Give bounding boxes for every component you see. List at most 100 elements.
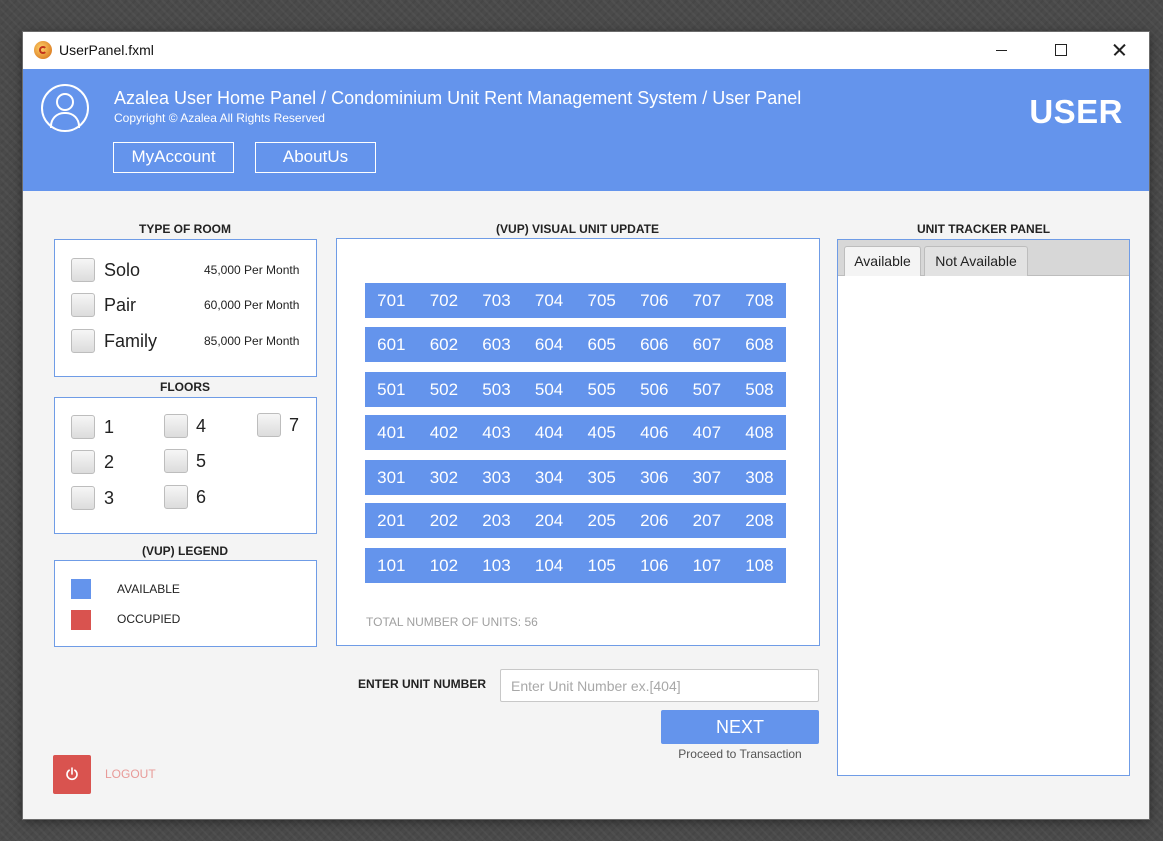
unit-cell[interactable]: 202: [418, 503, 471, 538]
unit-cell[interactable]: 302: [418, 460, 471, 495]
unit-cell[interactable]: 701: [365, 283, 418, 318]
maximize-button[interactable]: [1031, 32, 1089, 69]
room-type-checkbox-pair[interactable]: [71, 293, 95, 317]
floor-checkbox-3[interactable]: [71, 486, 95, 510]
unit-cell[interactable]: 105: [575, 548, 628, 583]
unit-cell[interactable]: 403: [470, 415, 523, 450]
unit-cell[interactable]: 303: [470, 460, 523, 495]
floor-checkbox-6[interactable]: [164, 485, 188, 509]
unit-cell[interactable]: 508: [733, 372, 786, 407]
floor-checkbox-4[interactable]: [164, 414, 188, 438]
unit-row: 101 102 103 104 105 106 107 108: [365, 548, 786, 583]
my-account-button[interactable]: MyAccount: [113, 142, 234, 173]
unit-cell[interactable]: 203: [470, 503, 523, 538]
unit-cell[interactable]: 405: [575, 415, 628, 450]
floor-label: 6: [196, 487, 207, 507]
floor-checkbox-2[interactable]: [71, 450, 95, 474]
vup-title: (VUP) VISUAL UNIT UPDATE: [496, 222, 659, 236]
floor-checkbox-1[interactable]: [71, 415, 95, 439]
room-type-panel: Solo 45,000 Per Month Pair 60,000 Per Mo…: [54, 239, 317, 377]
unit-cell[interactable]: 704: [523, 283, 576, 318]
room-price: 60,000 Per Month: [204, 298, 300, 312]
close-button[interactable]: [1090, 32, 1148, 69]
unit-cell[interactable]: 604: [523, 327, 576, 362]
unit-cell[interactable]: 606: [628, 327, 681, 362]
room-price: 85,000 Per Month: [204, 334, 300, 348]
unit-cell[interactable]: 501: [365, 372, 418, 407]
floor-label: 5: [196, 451, 207, 471]
unit-cell[interactable]: 702: [418, 283, 471, 318]
logout-label[interactable]: LOGOUT: [105, 767, 156, 781]
unit-cell[interactable]: 706: [628, 283, 681, 318]
unit-cell[interactable]: 307: [681, 460, 734, 495]
room-type-label: Family: [104, 331, 157, 351]
unit-cell[interactable]: 306: [628, 460, 681, 495]
unit-cell[interactable]: 402: [418, 415, 471, 450]
unit-cell[interactable]: 106: [628, 548, 681, 583]
unit-cell[interactable]: 707: [681, 283, 734, 318]
logout-button[interactable]: [53, 755, 91, 794]
unit-cell[interactable]: 102: [418, 548, 471, 583]
role-label: USER: [1029, 93, 1123, 130]
unit-row: 701 702 703 704 705 706 707 708: [365, 283, 786, 318]
floor-checkbox-7[interactable]: [257, 413, 281, 437]
unit-cell[interactable]: 205: [575, 503, 628, 538]
unit-cell[interactable]: 308: [733, 460, 786, 495]
floor-label: 7: [289, 415, 300, 435]
unit-cell[interactable]: 503: [470, 372, 523, 407]
header-banner: Azalea User Home Panel / Condominium Uni…: [23, 69, 1149, 191]
unit-number-input[interactable]: [500, 669, 819, 702]
unit-cell[interactable]: 104: [523, 548, 576, 583]
unit-cell[interactable]: 507: [681, 372, 734, 407]
floor-checkbox-5[interactable]: [164, 449, 188, 473]
unit-cell[interactable]: 301: [365, 460, 418, 495]
unit-cell[interactable]: 603: [470, 327, 523, 362]
tab-not-available[interactable]: Not Available: [924, 246, 1028, 276]
unit-cell[interactable]: 504: [523, 372, 576, 407]
unit-cell[interactable]: 103: [470, 548, 523, 583]
unit-cell[interactable]: 708: [733, 283, 786, 318]
unit-cell[interactable]: 101: [365, 548, 418, 583]
about-us-button[interactable]: AboutUs: [255, 142, 376, 173]
unit-cell[interactable]: 506: [628, 372, 681, 407]
legend-occupied-label: OCCUPIED: [117, 612, 181, 626]
unit-cell[interactable]: 408: [733, 415, 786, 450]
unit-cell[interactable]: 703: [470, 283, 523, 318]
unit-cell[interactable]: 207: [681, 503, 734, 538]
unit-cell[interactable]: 401: [365, 415, 418, 450]
next-button[interactable]: NEXT: [661, 710, 819, 744]
tracker-title: UNIT TRACKER PANEL: [916, 222, 1051, 236]
unit-cell[interactable]: 208: [733, 503, 786, 538]
unit-row: 401 402 403 404 405 406 407 408: [365, 415, 786, 450]
minimize-button[interactable]: [972, 32, 1030, 69]
unit-cell[interactable]: 608: [733, 327, 786, 362]
unit-cell[interactable]: 602: [418, 327, 471, 362]
unit-cell[interactable]: 107: [681, 548, 734, 583]
unit-cell[interactable]: 204: [523, 503, 576, 538]
unit-cell[interactable]: 201: [365, 503, 418, 538]
tab-available[interactable]: Available: [844, 246, 921, 276]
unit-cell[interactable]: 407: [681, 415, 734, 450]
power-icon: [66, 767, 78, 781]
unit-cell[interactable]: 605: [575, 327, 628, 362]
unit-cell[interactable]: 705: [575, 283, 628, 318]
room-price: 45,000 Per Month: [204, 263, 300, 277]
unit-cell[interactable]: 304: [523, 460, 576, 495]
unit-cell[interactable]: 607: [681, 327, 734, 362]
unit-cell[interactable]: 404: [523, 415, 576, 450]
floors-panel: 1 2 3 4 5 6 7: [54, 397, 317, 534]
unit-cell[interactable]: 305: [575, 460, 628, 495]
unit-cell[interactable]: 108: [733, 548, 786, 583]
avatar-body: [50, 112, 80, 128]
unit-row: 601 602 603 604 605 606 607 608: [365, 327, 786, 362]
unit-cell[interactable]: 505: [575, 372, 628, 407]
window-title: UserPanel.fxml: [59, 42, 154, 58]
room-type-checkbox-solo[interactable]: [71, 258, 95, 282]
unit-cell[interactable]: 206: [628, 503, 681, 538]
room-type-checkbox-family[interactable]: [71, 329, 95, 353]
unit-cell[interactable]: 601: [365, 327, 418, 362]
unit-cell[interactable]: 406: [628, 415, 681, 450]
occupied-swatch: [71, 610, 91, 630]
total-units-label: TOTAL NUMBER OF UNITS: 56: [366, 615, 538, 629]
unit-cell[interactable]: 502: [418, 372, 471, 407]
